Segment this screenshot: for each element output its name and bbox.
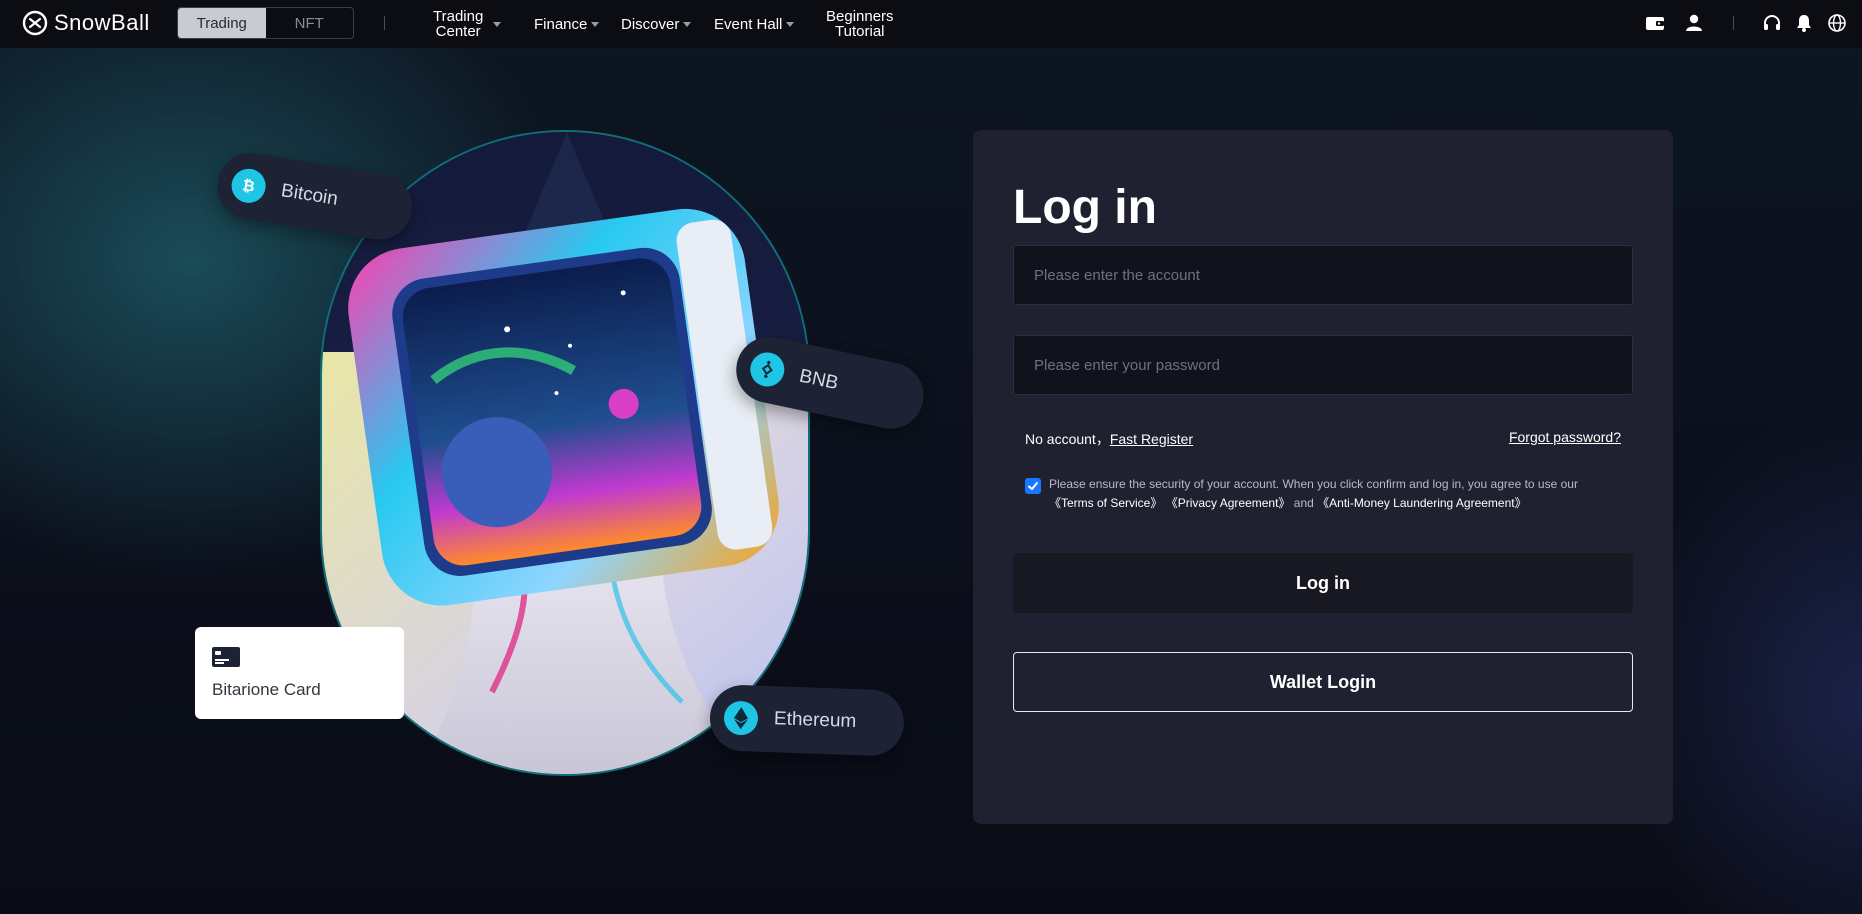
- account-links-row: No account，Fast Register Forgot password…: [1025, 429, 1621, 449]
- nav-discover[interactable]: Discover: [621, 0, 692, 48]
- agreement-text-block: Please ensure the security of your accou…: [1049, 475, 1615, 513]
- nav-event-hall-label: Event Hall: [714, 15, 783, 33]
- nav-trading-center-label-1: Trading: [433, 8, 484, 25]
- register-prompt: No account，Fast Register: [1025, 429, 1193, 449]
- globe-icon[interactable]: [1827, 13, 1847, 33]
- agreement-section: Please ensure the security of your accou…: [1025, 475, 1615, 513]
- chevron-down-icon: [683, 21, 692, 27]
- agreement-text: Please ensure the security of your accou…: [1049, 477, 1578, 491]
- user-icon[interactable]: [1684, 13, 1704, 33]
- bitarione-card-badge: Bitarione Card: [195, 627, 404, 719]
- nav-trading-center-label-2: Center: [435, 23, 481, 40]
- trading-nft-switch: Trading NFT: [177, 7, 354, 39]
- brand-logo[interactable]: SnowBall: [22, 10, 150, 36]
- tab-trading[interactable]: Trading: [178, 8, 266, 38]
- credit-card-icon: [212, 647, 240, 667]
- login-panel: Log in No account，Fast Register Forgot p…: [973, 130, 1673, 824]
- card-label: Bitarione Card: [212, 680, 321, 699]
- wallet-icon[interactable]: [1645, 13, 1665, 33]
- nav-finance[interactable]: Finance: [534, 0, 600, 48]
- chevron-down-icon: [591, 21, 600, 27]
- nav-tutorial-label-2: Tutorial: [835, 23, 885, 40]
- no-account-text: No account，: [1025, 431, 1110, 447]
- terms-of-service-link[interactable]: 《Terms of Service》: [1049, 496, 1162, 510]
- nav-tutorial-label-1: Beginners: [826, 8, 894, 25]
- aml-agreement-link[interactable]: 《Anti-Money Laundering Agreement》: [1317, 496, 1526, 510]
- bitcoin-label: Bitcoin: [279, 180, 340, 210]
- nav-trading-center[interactable]: Trading Center: [433, 0, 502, 48]
- bell-icon[interactable]: [1794, 13, 1814, 33]
- header-divider: [1733, 16, 1734, 30]
- agreement-checkbox[interactable]: [1025, 478, 1041, 494]
- password-input[interactable]: [1013, 335, 1633, 395]
- nav-beginners-tutorial[interactable]: Beginners Tutorial: [826, 0, 894, 48]
- top-navigation-bar: SnowBall Trading NFT Trading Center Fina…: [0, 0, 1862, 48]
- ethereum-icon: [723, 700, 759, 736]
- snowball-logo-icon: [22, 10, 48, 36]
- and-text: and: [1293, 496, 1314, 510]
- ethereum-label: Ethereum: [773, 708, 857, 733]
- tab-nft[interactable]: NFT: [266, 8, 354, 38]
- brand-name: SnowBall: [54, 10, 150, 35]
- svg-text:₿: ₿: [241, 177, 256, 196]
- nav-finance-label: Finance: [534, 15, 588, 33]
- login-title: Log in: [1013, 181, 1157, 234]
- ethereum-badge: Ethereum: [708, 684, 906, 757]
- bnb-icon: [747, 349, 788, 390]
- headset-icon[interactable]: [1762, 13, 1782, 33]
- forgot-password-link[interactable]: Forgot password?: [1509, 429, 1621, 449]
- privacy-agreement-link[interactable]: 《Privacy Agreement》: [1166, 496, 1291, 510]
- fast-register-link[interactable]: Fast Register: [1110, 431, 1193, 447]
- nav-divider: [384, 16, 385, 30]
- bnb-label: BNB: [797, 365, 841, 395]
- account-input[interactable]: [1013, 245, 1633, 305]
- bitcoin-icon: ₿: [229, 166, 269, 206]
- nav-discover-label: Discover: [621, 15, 680, 33]
- login-button[interactable]: Log in: [1013, 553, 1633, 613]
- chevron-down-icon: [493, 21, 502, 27]
- chevron-down-icon: [786, 21, 795, 27]
- checkmark-icon: [1028, 482, 1038, 490]
- wallet-login-button[interactable]: Wallet Login: [1013, 652, 1633, 712]
- nav-event-hall[interactable]: Event Hall: [714, 0, 795, 48]
